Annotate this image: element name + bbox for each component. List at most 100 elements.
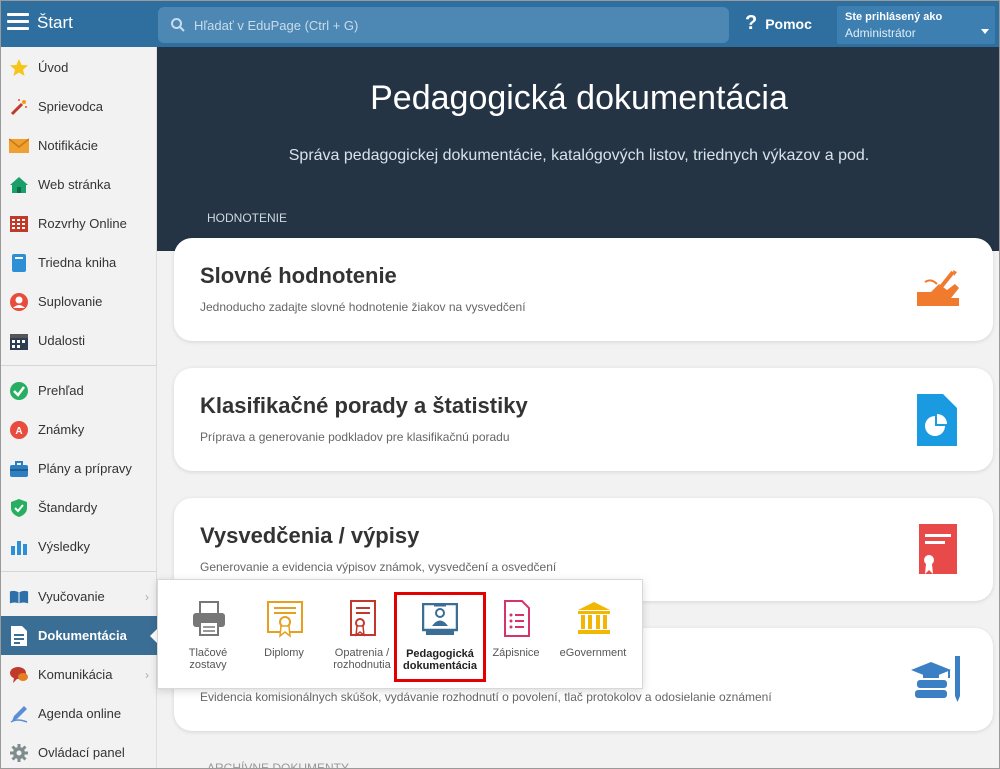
page-header: Pedagogická dokumentácia Správa pedagogi… [157,47,999,251]
sidebar-item-label: Ovládací panel [38,745,125,760]
sidebar-item-dokumentacia[interactable]: Dokumentácia [1,616,158,655]
sidebar-item-suplovanie[interactable]: Suplovanie [1,282,157,321]
sidebar-item-triedna-kniha[interactable]: Triedna kniha [1,243,157,282]
bar-chart-icon [9,537,29,557]
submenu-item-zapisnice[interactable]: Zápisnice [477,580,555,690]
sidebar-item-vysledky[interactable]: Výsledky [1,527,157,566]
sidebar-item-web-stranka[interactable]: Web stránka [1,165,157,204]
help-button[interactable]: ? Pomoc [745,12,812,35]
sidebar-item-label: Prehľad [38,383,84,398]
submenu-item-label: Opatrenia / rozhodnutia [333,647,391,671]
submenu-item-egovernment[interactable]: eGovernment [554,580,632,690]
sidebar-divider [1,365,157,366]
book-icon [9,253,29,273]
sidebar-item-label: Udalosti [38,333,85,348]
submenu-item-label: eGovernment [559,647,627,659]
house-icon [9,175,29,195]
briefcase-icon [9,459,29,479]
diploma-icon [267,601,303,638]
svg-text:A: A [15,426,22,437]
section-heading: ARCHÍVNE DOKUMENTY [207,761,350,769]
card-title: Vysvedčenia / výpisy [200,523,420,548]
submenu-item-diplomy[interactable]: Diplomy [245,580,323,690]
pen-icon [9,704,29,724]
sidebar-item-label: Komunikácia [38,667,113,682]
open-book-icon [9,587,29,607]
submenu-item-tlacove-zostavy[interactable]: Tlačové zostavy [169,580,247,690]
sidebar-item-znamky[interactable]: A Známky [1,410,157,449]
user-menu[interactable]: Ste prihlásený ako Administrátor [837,6,995,44]
question-icon: ? [745,12,758,34]
star-icon [9,58,29,78]
sidebar-item-label: Vyučovanie [38,589,105,604]
sidebar-item-label: Notifikácie [38,138,98,153]
sidebar-item-standardy[interactable]: Štandardy [1,488,157,527]
pie-chart-document-icon [917,394,957,446]
search-input[interactable] [194,7,714,43]
card-title: Slovné hodnotenie [200,263,397,288]
card-klasifikacne-porady[interactable]: Klasifikačné porady a štatistiky Príprav… [174,368,993,471]
sidebar-item-label: Dokumentácia [38,628,127,643]
sidebar-item-label: Štandardy [38,500,98,515]
card-slovne-hodnotenie[interactable]: Slovné hodnotenie Jednoducho zadajte slo… [174,238,993,341]
grade-icon: A [9,420,29,440]
sidebar-item-agenda[interactable]: Agenda online [1,694,157,733]
person-icon [9,292,29,312]
handwriting-icon [917,270,959,306]
calendar-icon [9,331,29,351]
sidebar-item-label: Triedna kniha [38,255,117,270]
card-description: Generovanie a evidencia výpisov známok, … [200,560,557,574]
top-bar: Štart ? Pomoc Ste prihlásený ako Adminis… [1,1,999,47]
sidebar-item-komunikacia[interactable]: Komunikácia › [1,655,157,694]
help-label: Pomoc [765,15,812,32]
sidebar-item-label: Známky [38,422,85,437]
sidebar-item-udalosti[interactable]: Udalosti [1,321,157,360]
sidebar-item-label: Rozvrhy Online [38,216,127,231]
chevron-down-icon [981,29,989,34]
submenu-item-label: Tlačové zostavy [188,647,228,671]
chat-icon [9,665,29,685]
card-description: Jednoducho zadajte slovné hodnotenie žia… [200,300,526,314]
submenu-item-pedagogicka-dokumentacia[interactable]: Pedagogická dokumentácia [394,592,486,682]
sidebar-item-label: Web stránka [38,177,111,192]
chevron-right-icon: › [145,668,149,682]
user-caption: Ste prihlásený ako [845,11,943,23]
menu-icon[interactable] [7,13,29,31]
start-label[interactable]: Štart [37,13,73,33]
government-building-icon [578,602,610,634]
timetable-icon [9,214,29,234]
sidebar-item-uvod[interactable]: Úvod [1,48,157,87]
documentation-submenu: Tlačové zostavy Diplomy Opatrenia / rozh… [157,579,643,689]
teacher-board-icon [422,603,458,635]
app-window: Štart ? Pomoc Ste prihlásený ako Adminis… [0,0,1000,769]
submenu-item-label: Diplomy [264,647,304,659]
submenu-item-label: Zápisnice [492,647,540,659]
card-description: Príprava a generovanie podkladov pre kla… [200,430,510,444]
sidebar-divider [1,571,157,572]
sidebar-item-plany[interactable]: Plány a prípravy [1,449,157,488]
chevron-right-icon: › [145,590,149,604]
submenu-item-opatrenia[interactable]: Opatrenia / rozhodnutia [323,580,401,690]
gear-icon [9,743,29,763]
sidebar-item-rozvrhy[interactable]: Rozvrhy Online [1,204,157,243]
printer-icon [193,601,225,636]
search-box[interactable] [158,7,729,43]
sidebar-item-notifikacie[interactable]: Notifikácie [1,126,157,165]
submenu-item-label: Pedagogická dokumentácia [403,648,477,672]
sidebar-item-vyucovanie[interactable]: Vyučovanie › [1,577,157,616]
sidebar-item-label: Plány a prípravy [38,461,132,476]
sidebar-item-label: Výsledky [38,539,91,554]
sidebar-item-sprievodca[interactable]: Sprievodca [1,87,157,126]
sidebar-item-label: Úvod [38,60,69,75]
shield-check-icon [9,498,29,518]
minutes-document-icon [504,600,530,637]
page-subtitle: Správa pedagogickej dokumentácie, kataló… [288,147,870,164]
user-name: Administrátor [845,26,916,40]
sidebar-item-ovladaci-panel[interactable]: Ovládací panel [1,733,157,768]
section-heading: HODNOTENIE [207,211,288,225]
card-description: Evidencia komisionálnych skúšok, vydávan… [200,690,772,704]
sidebar-item-prehlad[interactable]: Prehľad [1,371,157,410]
sidebar-item-label: Sprievodca [38,99,104,114]
card-title: Klasifikačné porady a štatistiky [200,393,528,418]
certificate-icon [919,524,957,574]
